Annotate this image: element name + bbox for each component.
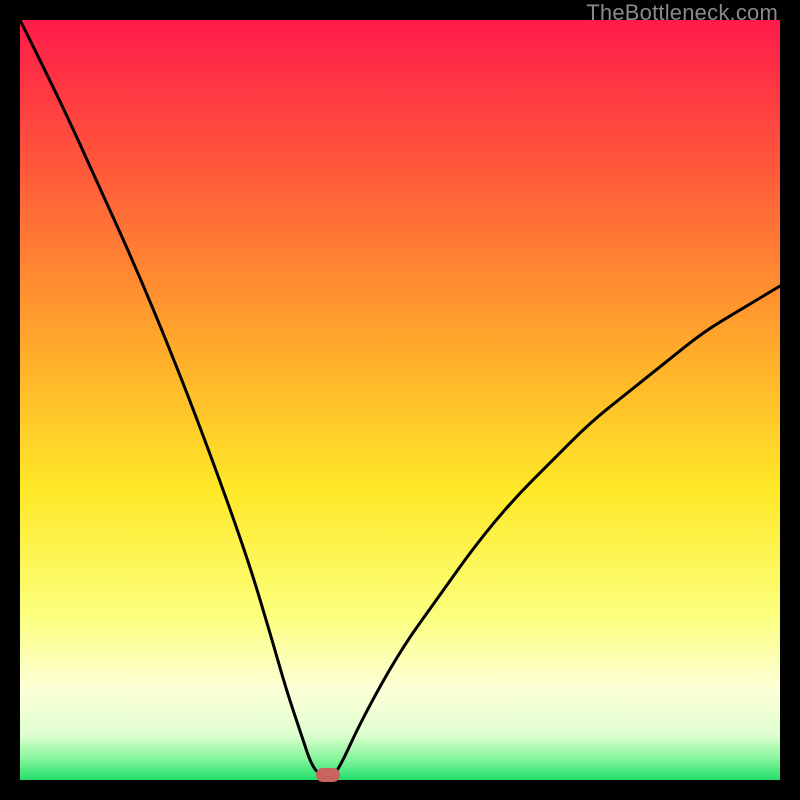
gradient-background (20, 20, 780, 780)
bottleneck-chart (20, 20, 780, 780)
watermark-text: TheBottleneck.com (586, 0, 778, 26)
chart-frame (20, 20, 780, 780)
optimal-point-marker (316, 768, 340, 782)
